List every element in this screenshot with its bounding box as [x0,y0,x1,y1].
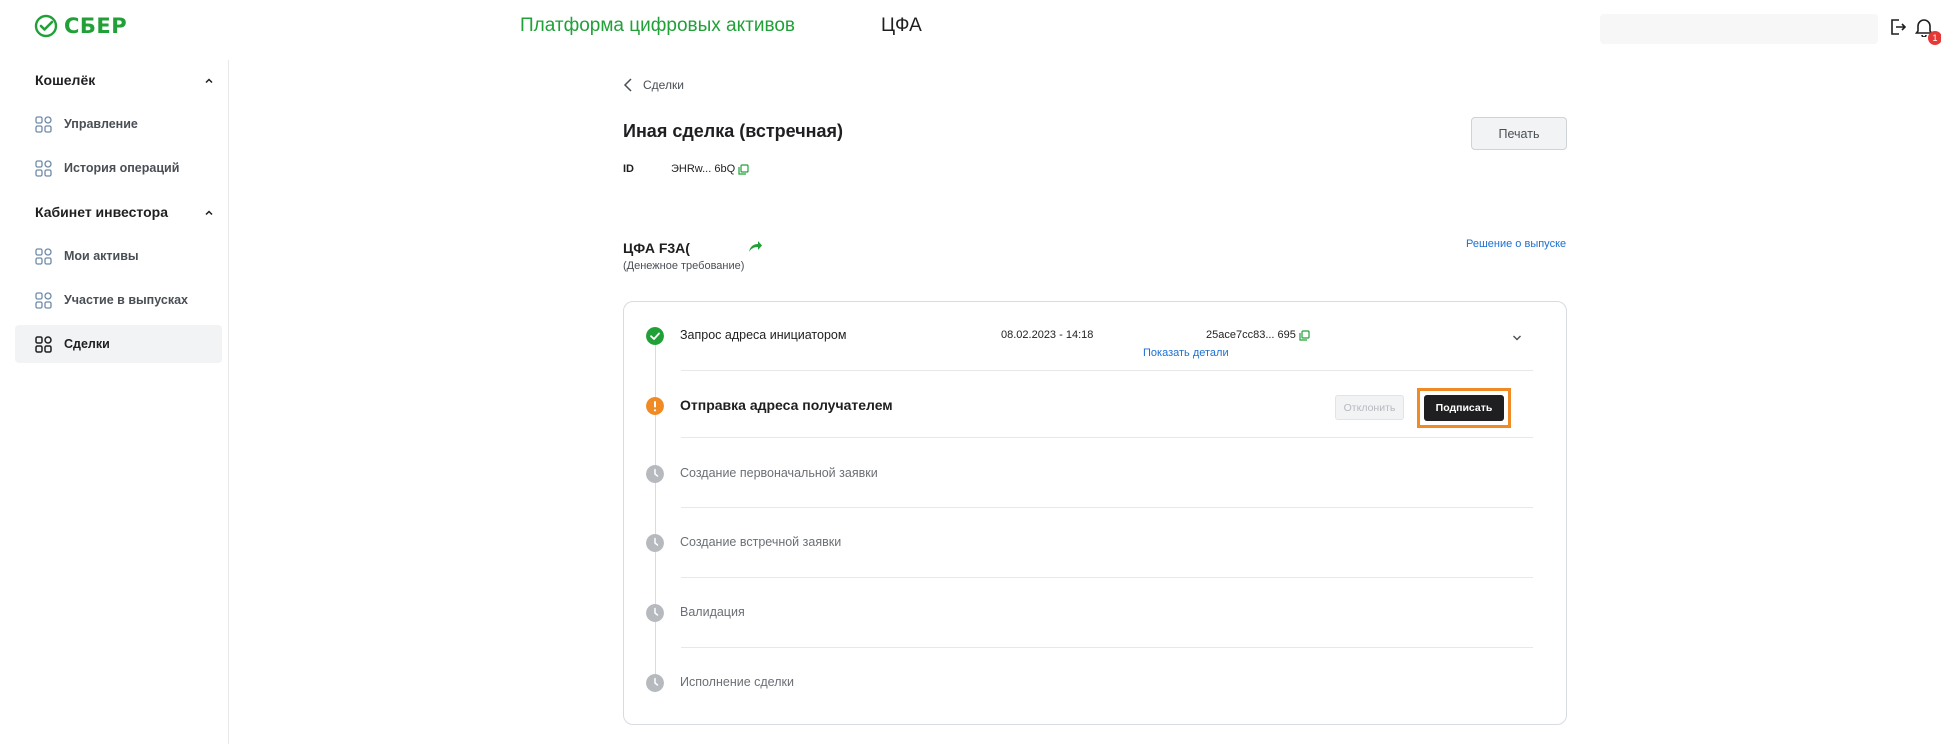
sign-button-highlight: Подписать [1417,388,1511,428]
divider [681,507,1533,508]
platform-title: Платформа цифровых активов [520,15,796,36]
clock-icon [646,465,664,483]
grid-icon [35,247,52,265]
sidebar-item-label: Участие в выпусках [64,293,188,307]
sber-logo[interactable]: СБЕР [34,14,127,38]
search-input[interactable] [1600,14,1878,44]
show-details-link[interactable]: Показать детали [1143,347,1229,359]
logo-text: СБЕР [64,14,128,38]
chevron-left-icon [623,78,632,92]
sidebar-item-releases[interactable]: Участие в выпусках [15,281,222,319]
step-label: Валидация [680,605,745,619]
release-decision-link[interactable]: Решение о выпуске [1466,238,1566,250]
page-title: Иная сделка (встречная) [623,121,844,141]
section-title: ЦФА [881,15,922,36]
sidebar-item-management[interactable]: Управление [15,105,222,143]
back-link-label: Сделки [643,78,684,92]
warning-icon [646,397,664,415]
step-label: Отправка адреса получателем [680,397,893,413]
sidebar-item-label: Управление [64,117,138,131]
step-label: Создание первоначальной заявки [680,466,878,480]
deal-steps-card: Запрос адреса инициатором 08.02.2023 - 1… [623,301,1567,725]
id-label: ID [623,163,634,175]
logout-icon[interactable] [1890,18,1906,36]
clock-icon [646,604,664,622]
copy-icon[interactable] [738,163,749,175]
print-button[interactable]: Печать [1471,117,1567,150]
sidebar-item-my-assets[interactable]: Мои активы [15,237,222,275]
id-value: ЭHRw... 6bQ [671,163,749,175]
copy-icon[interactable] [1299,329,1310,341]
sidebar-item-label: Сделки [64,337,110,351]
clock-icon [646,534,664,552]
grid-icon [35,115,52,133]
check-icon [646,327,664,345]
asset-type: (Денежное требование) [623,260,745,272]
step-label: Создание встречной заявки [680,535,842,549]
sidebar-section-investor[interactable]: Кабинет инвестора [35,204,168,220]
step-hash: 25ace7cc83... 695 [1206,329,1310,341]
chevron-down-icon[interactable] [1512,334,1522,342]
sidebar-item-label: История операций [64,161,180,175]
asset-name: ЦФА F3A( [623,240,690,256]
share-icon[interactable] [748,240,763,253]
divider [681,370,1533,371]
divider [681,577,1533,578]
chevron-up-icon[interactable] [204,76,214,86]
top-bar: СБЕР Платформа цифровых активов ЦФА 1 [0,0,1941,50]
sidebar-item-history[interactable]: История операций [15,149,222,187]
step-label: Запрос адреса инициатором [680,328,847,342]
sidebar: Кошелёк Управление История операций Каби… [0,60,229,744]
clock-icon [646,674,664,692]
grid-icon [35,291,52,309]
divider [681,437,1533,438]
timeline-line [655,337,656,677]
grid-icon [35,335,52,353]
sidebar-item-label: Мои активы [64,249,139,263]
grid-icon [35,159,52,177]
step-date: 08.02.2023 - 14:18 [1001,329,1094,341]
id-text: ЭHRw... 6bQ [671,163,736,175]
sber-logo-icon [34,14,58,38]
reject-button[interactable]: Отклонить [1335,395,1404,420]
notification-badge: 1 [1928,31,1941,45]
sidebar-section-wallet[interactable]: Кошелёк [35,72,95,88]
hash-text: 25ace7cc83... 695 [1206,329,1296,341]
sidebar-item-deals[interactable]: Сделки [15,325,222,363]
divider [681,647,1533,648]
chevron-up-icon[interactable] [204,208,214,218]
sign-button[interactable]: Подписать [1424,395,1504,421]
back-link[interactable]: Сделки [623,78,684,92]
step-label: Исполнение сделки [680,675,794,689]
